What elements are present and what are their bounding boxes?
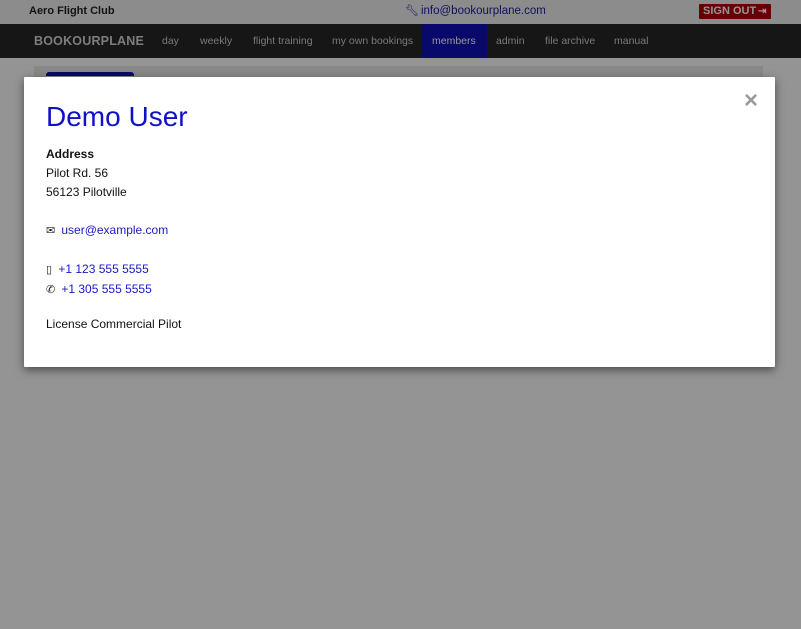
member-detail-modal: × Demo User Address Pilot Rd. 56 56123 P… [24, 77, 775, 367]
phone-icon: ✆ [46, 284, 56, 296]
email-row: ✉ user@example.com [46, 221, 181, 241]
phone-row: ✆ +1 305 555 5555 [46, 280, 181, 300]
envelope-icon: ✉ [46, 225, 56, 237]
mobile-row: ▯ +1 123 555 5555 [46, 260, 181, 280]
close-icon[interactable]: × [744, 89, 758, 113]
phone-link[interactable]: +1 305 555 5555 [61, 282, 151, 296]
mobile-phone-icon: ▯ [46, 264, 53, 276]
address-label: Address [46, 147, 95, 161]
license-text: License Commercial Pilot [46, 317, 182, 331]
address-line-2: 56123 Pilotville [46, 185, 127, 199]
address-line-1: Pilot Rd. 56 [46, 166, 109, 180]
member-details: Address Pilot Rd. 56 56123 Pilotville ✉ … [46, 145, 181, 334]
member-name: Demo User [46, 101, 188, 132]
mobile-link[interactable]: +1 123 555 5555 [58, 262, 148, 276]
email-link[interactable]: user@example.com [61, 223, 168, 237]
